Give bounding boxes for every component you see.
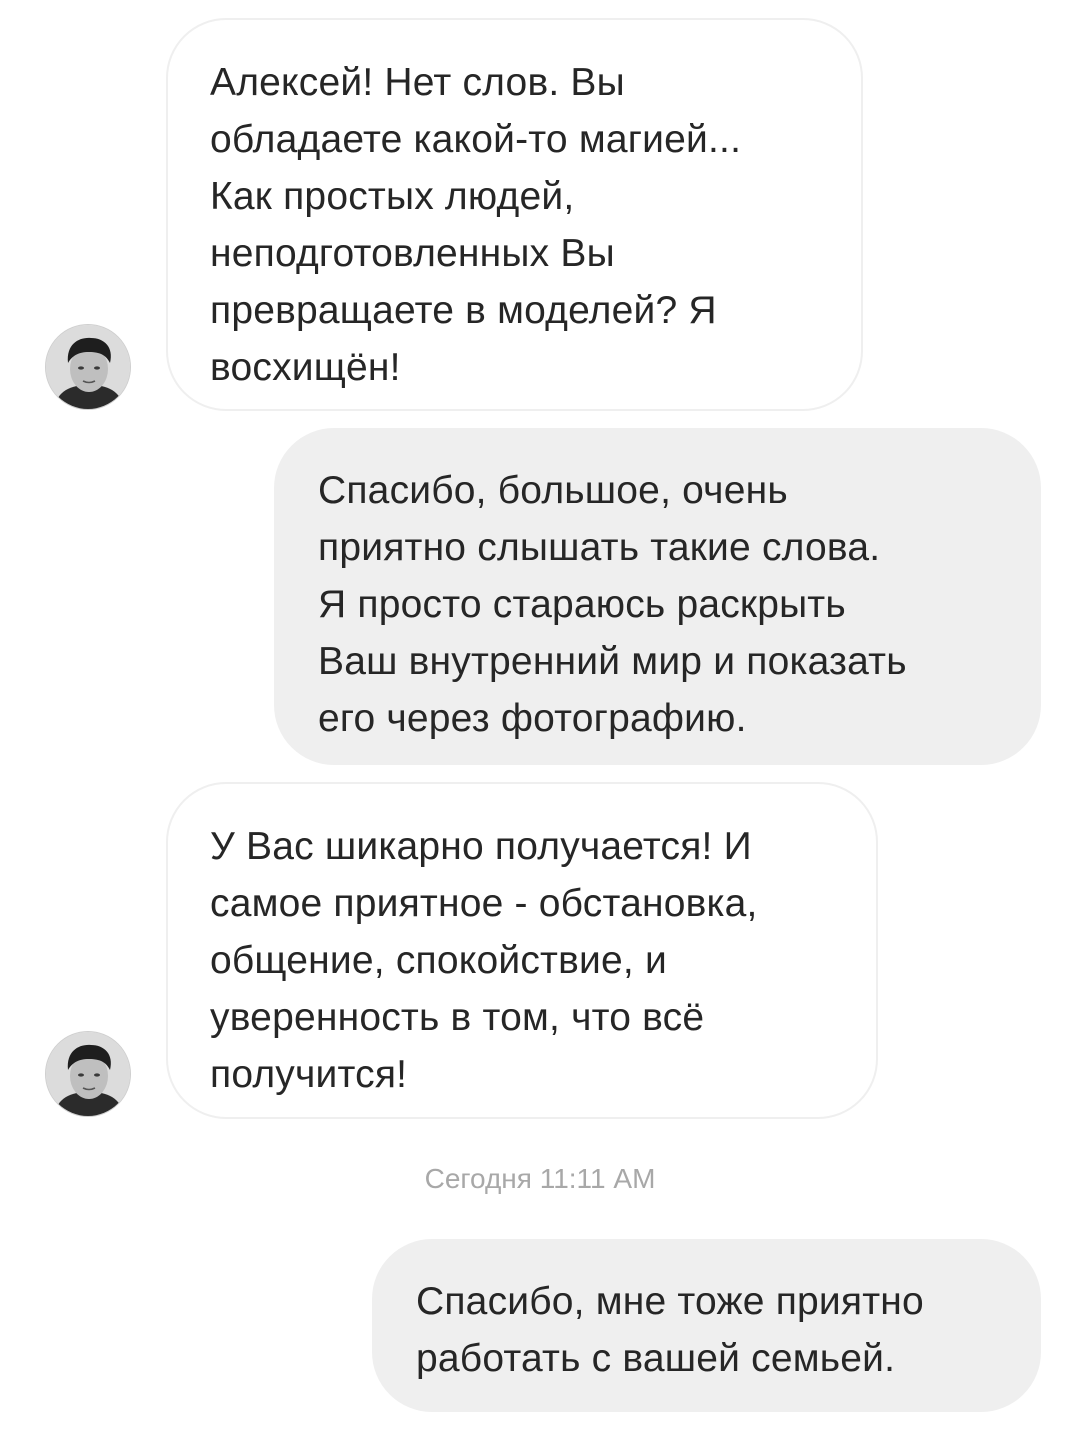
message-bubble-incoming[interactable]: Алексей! Нет слов. Вы обладаете какой-то…: [166, 18, 863, 411]
avatar-portrait-icon: [46, 325, 130, 409]
message-text-line: восхищён!: [210, 346, 401, 389]
message-bubble-outgoing[interactable]: Спасибо, мне тоже приятно работать с ваш…: [372, 1239, 1041, 1412]
message-text-line: уверенность в том, что всё: [210, 996, 705, 1039]
message-bubble-incoming[interactable]: У Вас шикарно получается! И самое приятн…: [166, 782, 878, 1119]
avatar-portrait-icon: [46, 1032, 130, 1116]
message-text-line: самое приятное - обстановка,: [210, 882, 758, 925]
message-text-line: общение, спокойствие, и: [210, 939, 667, 982]
message-timestamp: Сегодня 11:11 AM: [424, 1163, 656, 1194]
message-text-line: У Вас шикарно получается! И: [210, 825, 752, 868]
message-text-line: работать с вашей семьей.: [416, 1337, 896, 1380]
message-text-line: Ваш внутренний мир и показать: [318, 640, 907, 683]
message-text-line: превращаете в моделей? Я: [210, 289, 717, 332]
message-text-line: Алексей! Нет слов. Вы: [210, 61, 625, 104]
message-text-line: обладаете какой-то магией...: [210, 118, 742, 161]
message-bubble-outgoing[interactable]: Спасибо, большое, очень приятно слышать …: [274, 428, 1041, 765]
sender-avatar[interactable]: [45, 324, 131, 410]
message-text-line: Спасибо, большое, очень: [318, 469, 788, 512]
sender-avatar[interactable]: [45, 1031, 131, 1117]
message-text-line: Я просто стараюсь раскрыть: [318, 583, 846, 626]
message-text-line: неподготовленных Вы: [210, 232, 615, 275]
message-text-line: его через фотографию.: [318, 697, 747, 740]
message-text-line: Как простых людей,: [210, 175, 575, 218]
message-text-line: приятно слышать такие слова.: [318, 526, 881, 569]
message-text-line: получится!: [210, 1053, 408, 1096]
message-text-line: Спасибо, мне тоже приятно: [416, 1280, 924, 1323]
